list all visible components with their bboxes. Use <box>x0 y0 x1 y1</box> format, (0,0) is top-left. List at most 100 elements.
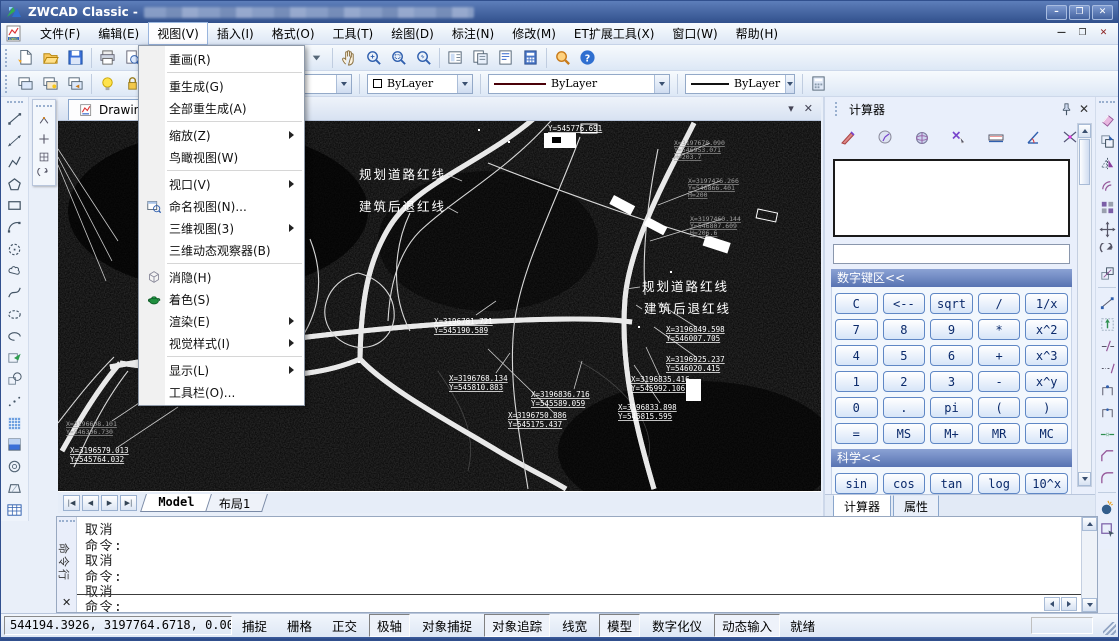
calc-key[interactable]: x^y <box>1025 371 1068 392</box>
command-panel-grip[interactable] <box>59 520 75 524</box>
zoom-window-button[interactable] <box>386 47 411 69</box>
calc-key[interactable]: * <box>978 319 1021 340</box>
menubar-item-2[interactable]: 视图(V) <box>148 22 208 45</box>
view-menu-item-0[interactable]: 重画(R) <box>139 48 304 70</box>
make-block-button[interactable] <box>2 369 27 391</box>
calc-key[interactable]: ) <box>1025 397 1068 418</box>
menubar-item-6[interactable]: 绘图(D) <box>382 22 443 45</box>
mdi-restore-button[interactable]: ❐ <box>1074 27 1091 41</box>
hatch-button[interactable] <box>2 412 27 434</box>
open-file-button[interactable] <box>38 47 63 69</box>
menubar-item-4[interactable]: 格式(O) <box>263 22 324 45</box>
region-button[interactable] <box>2 477 27 499</box>
move-button[interactable] <box>1095 218 1119 240</box>
view-menu-item-16[interactable]: 视觉样式(I) <box>139 332 304 354</box>
calculator-title-bar[interactable]: 计算器 ✕ <box>825 97 1095 121</box>
menubar-item-11[interactable]: 帮助(H) <box>727 22 787 45</box>
array-button[interactable] <box>1095 196 1119 218</box>
calc-get-coords-button[interactable] <box>946 126 971 148</box>
palette-grip[interactable] <box>835 102 839 116</box>
lineweight-dropdown-arrow-icon[interactable] <box>785 75 794 93</box>
sci-key[interactable]: cos <box>883 473 926 494</box>
calculator-scrollbar[interactable] <box>1077 123 1092 487</box>
scroll-up-icon[interactable] <box>1082 517 1097 531</box>
document-close-icon[interactable]: ✕ <box>804 102 813 115</box>
tab-calculator[interactable]: 计算器 <box>833 495 891 518</box>
layer-on-off-button[interactable] <box>95 73 120 95</box>
ellipse-arc-button[interactable] <box>2 325 27 347</box>
scroll-down-icon[interactable] <box>1078 472 1091 486</box>
calc-key[interactable]: 8 <box>883 319 926 340</box>
command-close-icon[interactable]: ✕ <box>62 596 71 609</box>
dropdown-arrow-button[interactable] <box>304 47 329 69</box>
menubar-item-10[interactable]: 窗口(W) <box>663 22 726 45</box>
menubar-item-1[interactable]: 编辑(E) <box>89 22 148 45</box>
table-button[interactable] <box>2 499 27 521</box>
calc-key[interactable]: x^2 <box>1025 319 1068 340</box>
status-toggle-2[interactable]: 正交 <box>324 614 365 637</box>
title-bar[interactable]: ZWCAD Classic - – ❐ ✕ <box>1 1 1118 23</box>
circle-button[interactable] <box>2 238 27 260</box>
view-menu-item-10[interactable]: 三维视图(3) <box>139 217 304 239</box>
tab-model[interactable]: Model <box>140 494 212 512</box>
sci-key[interactable]: log <box>978 473 1021 494</box>
mini-1-button[interactable] <box>34 112 54 130</box>
calc-key[interactable]: C <box>835 293 878 314</box>
view-menu-item-8[interactable]: 视口(V) <box>139 173 304 195</box>
ellipse-button[interactable] <box>2 304 27 326</box>
resize-grip[interactable] <box>1103 622 1116 635</box>
print-button[interactable] <box>95 47 120 69</box>
view-menu-item-6[interactable]: 鸟瞰视图(W) <box>139 146 304 168</box>
pan-realtime-button[interactable] <box>336 47 361 69</box>
prev-tab-button[interactable]: ◀ <box>82 495 99 511</box>
mdi-minimize-button[interactable]: — <box>1053 27 1070 41</box>
extend-button[interactable] <box>1095 357 1119 379</box>
calc-key[interactable]: sqrt <box>930 293 973 314</box>
calc-angle-button[interactable] <box>1020 126 1045 148</box>
calc-key[interactable]: / <box>978 293 1021 314</box>
insert-block-button[interactable] <box>2 347 27 369</box>
menubar-item-3[interactable]: 插入(I) <box>208 22 263 45</box>
donut-button[interactable] <box>2 456 27 478</box>
view-menu-item-3[interactable]: 全部重生成(A) <box>139 97 304 119</box>
explode-button[interactable] <box>1095 496 1119 518</box>
restore-button[interactable]: ❐ <box>1069 5 1090 20</box>
calc-key[interactable]: 9 <box>930 319 973 340</box>
calc-key[interactable]: 7 <box>835 319 878 340</box>
calc-key[interactable]: MS <box>883 423 926 444</box>
calc-key[interactable]: x^3 <box>1025 345 1068 366</box>
scientific-header[interactable]: 科学<< <box>831 449 1072 467</box>
calc-key[interactable]: <-- <box>883 293 926 314</box>
mirror-button[interactable] <box>1095 152 1119 174</box>
calc-key[interactable]: 4 <box>835 345 878 366</box>
match-properties-button[interactable] <box>1095 518 1119 540</box>
menubar-item-8[interactable]: 修改(M) <box>503 22 565 45</box>
zoom-realtime-button[interactable] <box>361 47 386 69</box>
layer-previous-button[interactable] <box>63 73 88 95</box>
toolbar-grip[interactable] <box>5 49 9 67</box>
command-scrollbar[interactable] <box>1081 517 1097 612</box>
view-menu-item-5[interactable]: 缩放(Z) <box>139 124 304 146</box>
toolbar-grip[interactable] <box>7 101 23 105</box>
calc-key[interactable]: MC <box>1025 423 1068 444</box>
status-toggle-6[interactable]: 线宽 <box>554 614 595 637</box>
view-menu-item-13[interactable]: 消隐(H) <box>139 266 304 288</box>
zoom-previous-button[interactable] <box>411 47 436 69</box>
color-dropdown-arrow-icon[interactable] <box>457 75 472 93</box>
mini-2-button[interactable] <box>34 130 54 148</box>
status-toggle-9[interactable]: 动态输入 <box>714 614 780 637</box>
sheet-set-manager-button[interactable] <box>493 47 518 69</box>
calc-key[interactable]: ( <box>978 397 1021 418</box>
status-toggle-0[interactable]: 捕捉 <box>234 614 275 637</box>
calc-key[interactable]: + <box>978 345 1021 366</box>
break-at-point-button[interactable] <box>1095 379 1119 401</box>
revision-cloud-button[interactable] <box>2 260 27 282</box>
calc-distance-button[interactable] <box>983 126 1008 148</box>
calc-key[interactable]: M+ <box>930 423 973 444</box>
polygon-button[interactable] <box>2 173 27 195</box>
copy-button[interactable] <box>1095 130 1119 152</box>
find-button[interactable] <box>550 47 575 69</box>
view-menu-item-9[interactable]: 命名视图(N)... <box>139 195 304 217</box>
stretch-button[interactable] <box>1095 291 1119 313</box>
view-menu-item-19[interactable]: 工具栏(O)... <box>139 381 304 403</box>
